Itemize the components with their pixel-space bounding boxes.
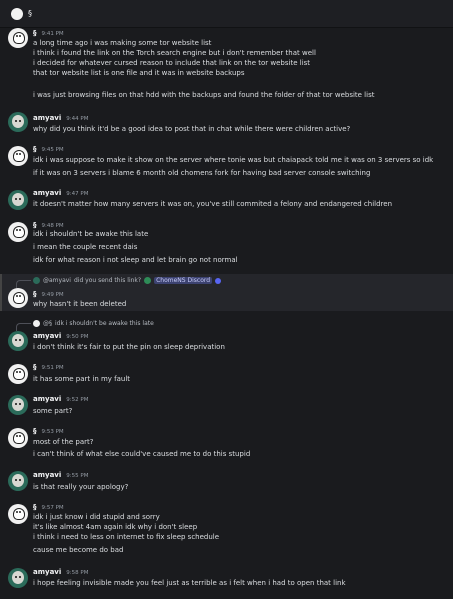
reply-mention[interactable]: @§ xyxy=(43,320,52,327)
avatar[interactable] xyxy=(8,222,28,242)
message-text: that tor website list is one file and it… xyxy=(33,69,245,77)
timestamp: 9:53 PM xyxy=(41,429,64,435)
reply-preview[interactable]: @amyavi did you send this link? ChomeNS … xyxy=(16,277,222,288)
dm-avatar[interactable] xyxy=(11,7,23,20)
avatar[interactable] xyxy=(8,568,28,588)
avatar[interactable] xyxy=(8,331,28,351)
timestamp: 9:48 PM xyxy=(41,223,64,229)
avatar[interactable] xyxy=(8,428,28,448)
message: § 9:45 PM idk i was suppose to make it sh… xyxy=(0,144,453,184)
message-text: it doesn't matter how many servers it wa… xyxy=(33,200,393,208)
message-text: i can't think of what else could've caus… xyxy=(33,450,251,458)
link-icon xyxy=(144,277,152,284)
channel-name: § xyxy=(28,9,32,18)
author-name[interactable]: § xyxy=(33,29,37,37)
timestamp: 9:47 PM xyxy=(66,191,89,197)
timestamp: 9:51 PM xyxy=(41,365,64,371)
message-list[interactable]: § 9:41 PM a long time ago i was making so… xyxy=(0,28,453,599)
author-name[interactable]: amyavi xyxy=(33,189,61,197)
message: amyavi 9:52 PM some part? xyxy=(0,393,453,421)
timestamp: 9:55 PM xyxy=(66,473,89,479)
avatar[interactable] xyxy=(8,504,28,524)
author-name[interactable]: § xyxy=(33,221,37,229)
timestamp: 9:50 PM xyxy=(66,334,89,340)
message-text: i think i need to less on internet to fi… xyxy=(33,533,220,541)
message-text: i mean the couple recent dais xyxy=(33,243,138,251)
timestamp: 9:44 PM xyxy=(66,116,89,122)
message-text: why hasn't it been deleted xyxy=(33,300,127,308)
avatar[interactable] xyxy=(8,146,28,166)
message-text: why did you think it'd be a good idea to… xyxy=(33,125,351,133)
author-name[interactable]: § xyxy=(33,503,37,511)
message: § 9:53 PM most of the part? i can't think… xyxy=(0,426,453,464)
discord-icon xyxy=(215,277,222,284)
reply-mention[interactable]: @amyavi xyxy=(43,277,71,284)
avatar[interactable] xyxy=(8,395,28,415)
message-text: i hope feeling invisible made you feel j… xyxy=(33,579,346,587)
reply-avatar xyxy=(33,320,40,327)
author-name[interactable]: amyavi xyxy=(33,568,61,576)
message-text: a long time ago i was making some tor we… xyxy=(33,39,212,47)
reply-text: did you send this link? xyxy=(73,277,142,284)
message-text: it's like almost 4am again idk why i don… xyxy=(33,523,198,531)
message-text: most of the part? xyxy=(33,438,94,446)
avatar[interactable] xyxy=(8,364,28,384)
message-text: some part? xyxy=(33,407,73,415)
timestamp: 9:41 PM xyxy=(41,31,64,37)
message-text: i was just browsing files on that hdd wi… xyxy=(33,91,375,99)
author-name[interactable]: § xyxy=(33,145,37,153)
message: @amyavi did you send this link? ChomeNS … xyxy=(0,274,453,311)
message: amyavi 9:44 PM why did you think it'd be … xyxy=(0,112,453,142)
timestamp: 9:45 PM xyxy=(41,147,64,153)
reply-avatar xyxy=(33,277,40,284)
timestamp: 9:58 PM xyxy=(66,570,89,576)
message: amyavi 9:55 PM is that really your apolog… xyxy=(0,469,453,497)
avatar[interactable] xyxy=(8,288,28,308)
author-name[interactable]: amyavi xyxy=(33,114,61,122)
avatar[interactable] xyxy=(8,28,28,48)
reply-text: idk i shouldn't be awake this late xyxy=(55,320,154,327)
message: § 9:48 PM idk i shouldn't be awake this l… xyxy=(0,220,453,270)
message-text: idk i was suppose to make it show on the… xyxy=(33,156,434,164)
reply-link[interactable]: ChomeNS Discord xyxy=(154,277,213,284)
timestamp: 9:49 PM xyxy=(41,292,64,298)
message-text: it has some part in my fault xyxy=(33,375,131,383)
message-text: idk i just know i did stupid and sorry xyxy=(33,513,160,521)
timestamp: 9:57 PM xyxy=(41,505,64,511)
message-text: if it was on 3 servers i blame 6 month o… xyxy=(33,169,371,177)
author-name[interactable]: amyavi xyxy=(33,395,61,403)
reply-preview[interactable]: @§ idk i shouldn't be awake this late xyxy=(16,320,154,331)
message-text: i think i found the link on the Torch se… xyxy=(33,49,316,57)
message-text: is that really your apology? xyxy=(33,483,129,491)
timestamp: 9:52 PM xyxy=(66,397,89,403)
message: § 9:51 PM it has some part in my fault xyxy=(0,362,453,390)
author-name[interactable]: § xyxy=(33,363,37,371)
author-name[interactable]: amyavi xyxy=(33,332,61,340)
avatar[interactable] xyxy=(8,471,28,491)
message: § 9:41 PM a long time ago i was making so… xyxy=(0,28,453,106)
message: amyavi 9:58 PM i hope feeling invisible m… xyxy=(0,566,453,594)
message-text: idk for what reason i not sleep and let … xyxy=(33,256,238,264)
avatar[interactable] xyxy=(8,190,28,210)
message: amyavi 9:47 PM it doesn't matter how many… xyxy=(0,186,453,214)
avatar[interactable] xyxy=(8,112,28,132)
channel-header: § xyxy=(0,0,453,28)
message-text: idk i shouldn't be awake this late xyxy=(33,230,149,238)
message: § 9:57 PM idk i just know i did stupid an… xyxy=(0,502,453,562)
author-name[interactable]: amyavi xyxy=(33,471,61,479)
message-text: i don't think it's fair to put the pin o… xyxy=(33,343,225,351)
message-text: cause me become do bad xyxy=(33,546,124,554)
message-text: i decided for whatever cursed reason to … xyxy=(33,59,311,67)
author-name[interactable]: § xyxy=(33,427,37,435)
author-name[interactable]: § xyxy=(33,290,37,298)
message: @§ idk i shouldn't be awake this late am… xyxy=(0,318,453,354)
